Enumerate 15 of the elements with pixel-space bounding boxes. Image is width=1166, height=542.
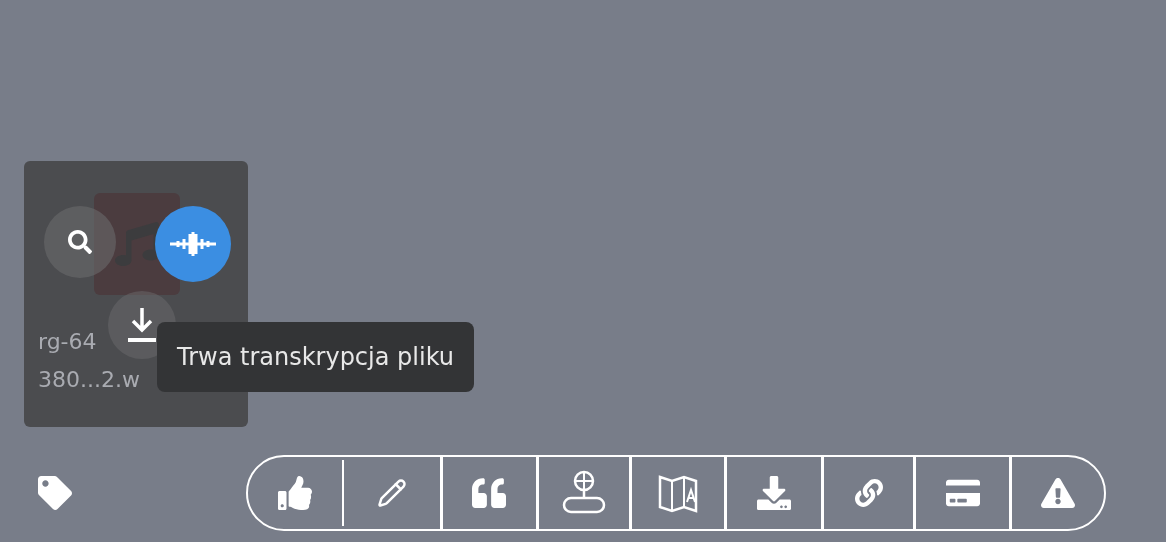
globe-stand-icon bbox=[561, 470, 608, 516]
thumbs-up-icon bbox=[277, 476, 312, 510]
search-icon bbox=[68, 230, 92, 254]
link-icon bbox=[854, 479, 883, 507]
warning-icon bbox=[1041, 476, 1076, 510]
pencil-icon bbox=[376, 478, 407, 508]
music-note-icon bbox=[115, 222, 159, 266]
waveform-icon bbox=[168, 231, 218, 257]
download-icon bbox=[127, 306, 157, 344]
file-name: rg-64 bbox=[38, 328, 97, 356]
file-name: 380...2.w bbox=[38, 366, 140, 394]
quote-icon bbox=[472, 476, 507, 510]
download-icon bbox=[756, 476, 791, 510]
tooltip: Trwa transkrypcja pliku bbox=[157, 322, 474, 392]
tag-icon bbox=[38, 476, 72, 510]
